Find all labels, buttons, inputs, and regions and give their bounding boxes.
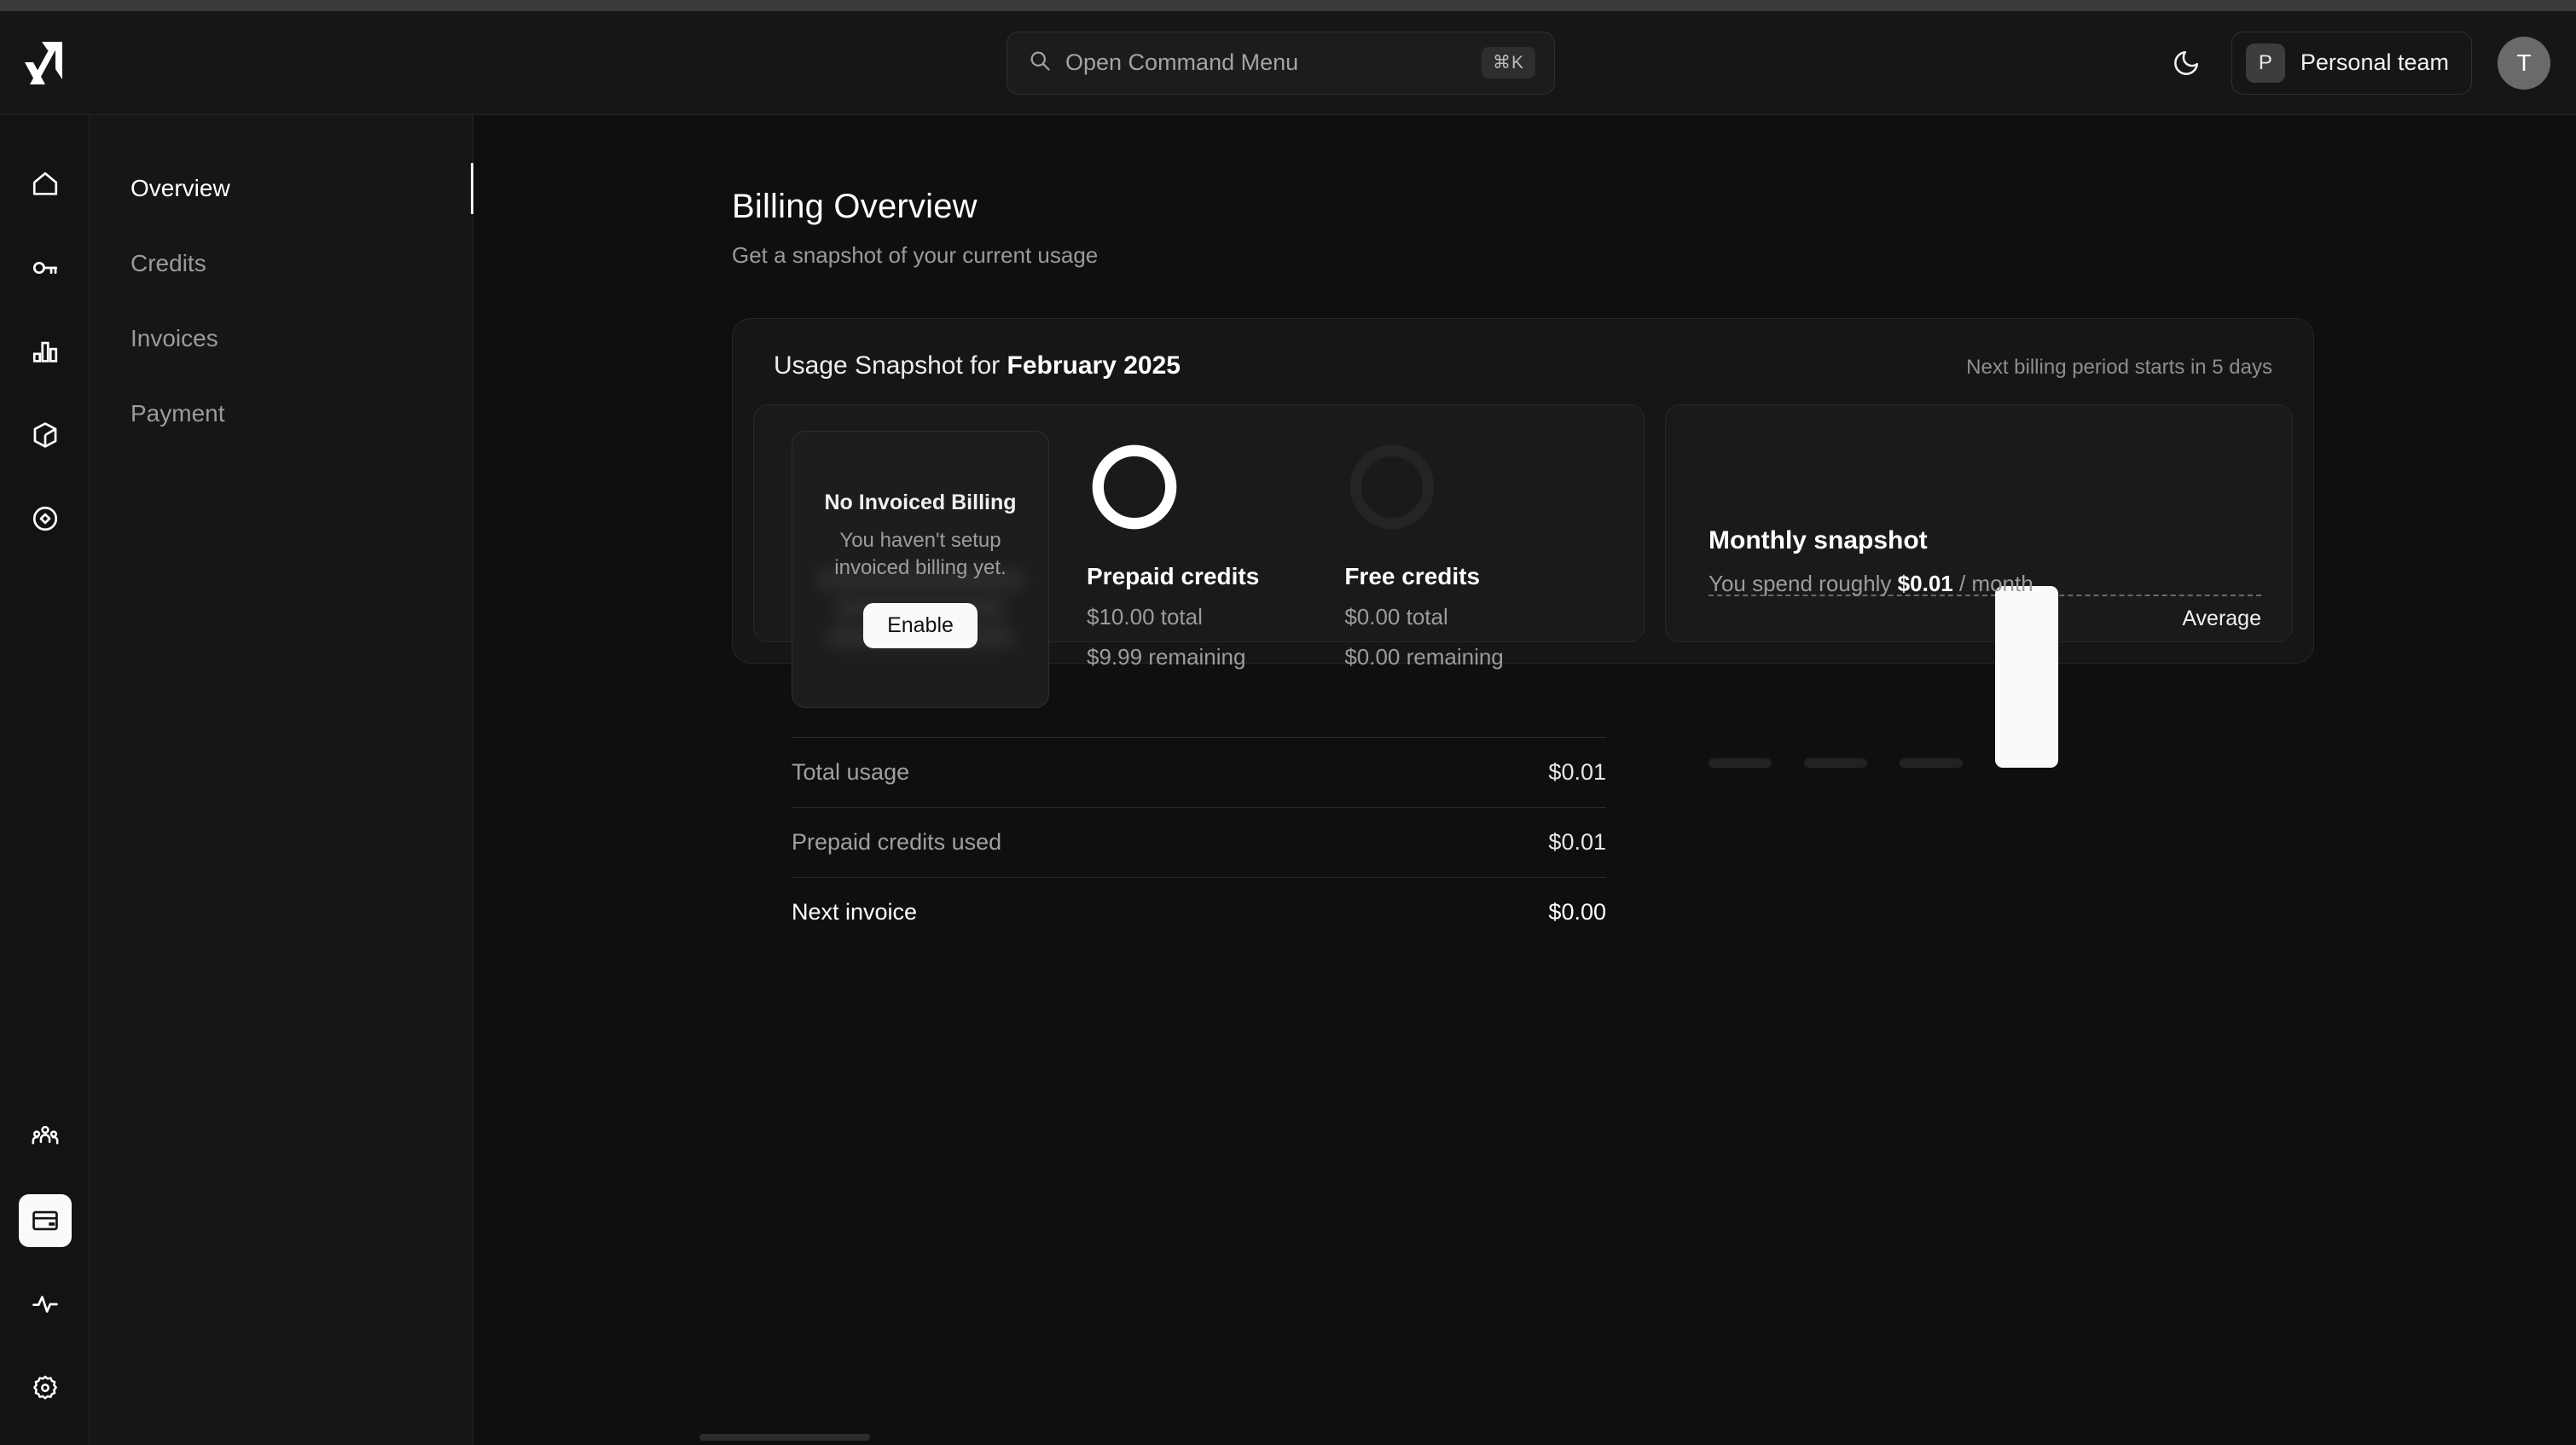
- table-row: Prepaid credits used $0.01: [792, 807, 1606, 877]
- xai-logo-icon[interactable]: [19, 38, 70, 89]
- icon-rail: Billing: [0, 115, 90, 1445]
- enable-invoiced-billing-button[interactable]: Enable: [863, 603, 978, 648]
- row-value: $0.01: [1548, 759, 1606, 786]
- rail-item-team[interactable]: [0, 1095, 90, 1179]
- rail-item-status[interactable]: [0, 1262, 90, 1346]
- subnav-label: Credits: [131, 250, 206, 277]
- subnav-label: Invoices: [131, 325, 218, 352]
- spend-suffix: / month: [1953, 571, 2034, 596]
- billing-subnav: Overview Credits Invoices Payment: [90, 115, 473, 1445]
- command-menu-shortcut: ⌘K: [1482, 47, 1535, 78]
- activity-icon: [19, 1278, 72, 1331]
- snapshot-title: Usage Snapshot for February 2025: [774, 351, 1181, 380]
- rail-top-group: [0, 142, 90, 560]
- search-icon: [1028, 49, 1052, 77]
- invoiced-title: No Invoiced Billing: [824, 490, 1016, 515]
- prepaid-credits-total: $10.00 total: [1087, 604, 1259, 630]
- bar-3: [1995, 586, 2058, 768]
- prepaid-credits-block: Prepaid credits $10.00 total $9.99 remai…: [1087, 439, 1259, 670]
- bar-1: [1804, 758, 1867, 768]
- row-value: $0.00: [1548, 899, 1606, 926]
- invoiced-description: You haven't setup invoiced billing yet.: [821, 527, 1021, 581]
- prepaid-credits-remaining: $9.99 remaining: [1087, 644, 1259, 670]
- bar-2: [1900, 758, 1963, 768]
- page-subtitle: Get a snapshot of your current usage: [732, 242, 1098, 269]
- credit-card-icon: [19, 1194, 72, 1247]
- home-icon: [19, 158, 72, 211]
- next-billing-notice: Next billing period starts in 5 days: [1966, 356, 2272, 380]
- free-credits-total: $0.00 total: [1344, 604, 1503, 630]
- gear-icon: [19, 1361, 72, 1414]
- key-icon: [19, 241, 72, 294]
- page-title: Billing Overview: [732, 188, 1098, 226]
- subnav-label: Overview: [131, 175, 230, 202]
- monthly-snapshot-panel: Average Monthly snapshot You spend rough…: [1665, 404, 2293, 642]
- spend-prefix: You spend roughly: [1709, 571, 1898, 596]
- subnav-label: Payment: [131, 400, 225, 427]
- monthly-snapshot-chart: Average: [1666, 405, 2292, 840]
- rail-bottom-group: Billing: [0, 1095, 90, 1430]
- app-header: Open Command Menu ⌘K P Personal team T: [0, 11, 2576, 115]
- monthly-snapshot-description: You spend roughly $0.01 / month: [1709, 571, 2034, 597]
- credits-and-usage-panel: No Invoiced Billing You haven't setup in…: [753, 404, 1645, 642]
- bar-0: [1709, 758, 1772, 768]
- credits-row: No Invoiced Billing You haven't setup in…: [792, 439, 1606, 708]
- rail-item-usage[interactable]: [0, 310, 90, 393]
- free-credits-block: Free credits $0.00 total $0.00 remaining: [1344, 439, 1503, 670]
- monthly-snapshot-title: Monthly snapshot: [1709, 526, 2034, 555]
- rail-item-fine-tuning[interactable]: [0, 477, 90, 560]
- free-credits-label: Free credits: [1344, 563, 1503, 590]
- bar-chart-icon: [19, 325, 72, 378]
- snapshot-title-prefix: Usage Snapshot for: [774, 351, 1007, 380]
- table-row: Next invoice $0.00: [792, 877, 1606, 947]
- snapshot-header: Usage Snapshot for February 2025 Next bi…: [774, 351, 2272, 380]
- subnav-item-overview[interactable]: Overview: [90, 151, 473, 226]
- team-name: Personal team: [2300, 49, 2449, 76]
- subnav-item-credits[interactable]: Credits: [90, 226, 473, 301]
- rail-item-billing[interactable]: Billing: [0, 1179, 90, 1262]
- snapshot-body: No Invoiced Billing You haven't setup in…: [753, 404, 2293, 642]
- subnav-item-invoices[interactable]: Invoices: [90, 301, 473, 376]
- usage-summary-table: Total usage $0.01 Prepaid credits used $…: [792, 737, 1606, 947]
- main-content: Billing Overview Get a snapshot of your …: [473, 115, 2576, 1445]
- free-credits-remaining: $0.00 remaining: [1344, 644, 1503, 670]
- prepaid-credits-donut: [1087, 439, 1182, 535]
- team-switcher[interactable]: P Personal team: [2231, 32, 2472, 95]
- rail-item-home[interactable]: [0, 142, 90, 226]
- target-icon: [19, 492, 72, 545]
- usage-snapshot-card: Usage Snapshot for February 2025 Next bi…: [732, 318, 2314, 664]
- horizontal-scrollbar[interactable]: [699, 1434, 870, 1441]
- row-key: Prepaid credits used: [792, 829, 1001, 856]
- moon-icon[interactable]: [2167, 44, 2206, 83]
- row-value: $0.01: [1548, 829, 1606, 856]
- avatar[interactable]: T: [2498, 37, 2550, 90]
- command-menu-trigger[interactable]: Open Command Menu ⌘K: [1007, 32, 1555, 95]
- team-badge: P: [2246, 44, 2285, 83]
- page-header: Billing Overview Get a snapshot of your …: [732, 188, 1098, 269]
- prepaid-credits-label: Prepaid credits: [1087, 563, 1259, 590]
- rail-item-api-keys[interactable]: [0, 226, 90, 310]
- spend-amount: $0.01: [1898, 571, 1953, 596]
- users-icon: [19, 1111, 72, 1164]
- monthly-snapshot-footer: Monthly snapshot You spend roughly $0.01…: [1709, 526, 2034, 597]
- free-credits-donut: [1344, 439, 1440, 535]
- no-invoiced-billing-card: No Invoiced Billing You haven't setup in…: [792, 431, 1049, 708]
- cube-icon: [19, 409, 72, 461]
- subnav-item-payment[interactable]: Payment: [90, 376, 473, 451]
- rail-item-settings[interactable]: [0, 1346, 90, 1430]
- snapshot-period: February 2025: [1007, 351, 1181, 380]
- chart-plot-area: Average: [1709, 456, 2261, 789]
- row-key: Total usage: [792, 759, 909, 786]
- os-titlebar-strip: [0, 0, 2576, 11]
- header-actions: P Personal team T: [2167, 32, 2550, 95]
- rail-item-models[interactable]: [0, 393, 90, 477]
- command-menu-placeholder: Open Command Menu: [1065, 49, 1468, 76]
- table-row: Total usage $0.01: [792, 737, 1606, 807]
- row-key: Next invoice: [792, 899, 917, 926]
